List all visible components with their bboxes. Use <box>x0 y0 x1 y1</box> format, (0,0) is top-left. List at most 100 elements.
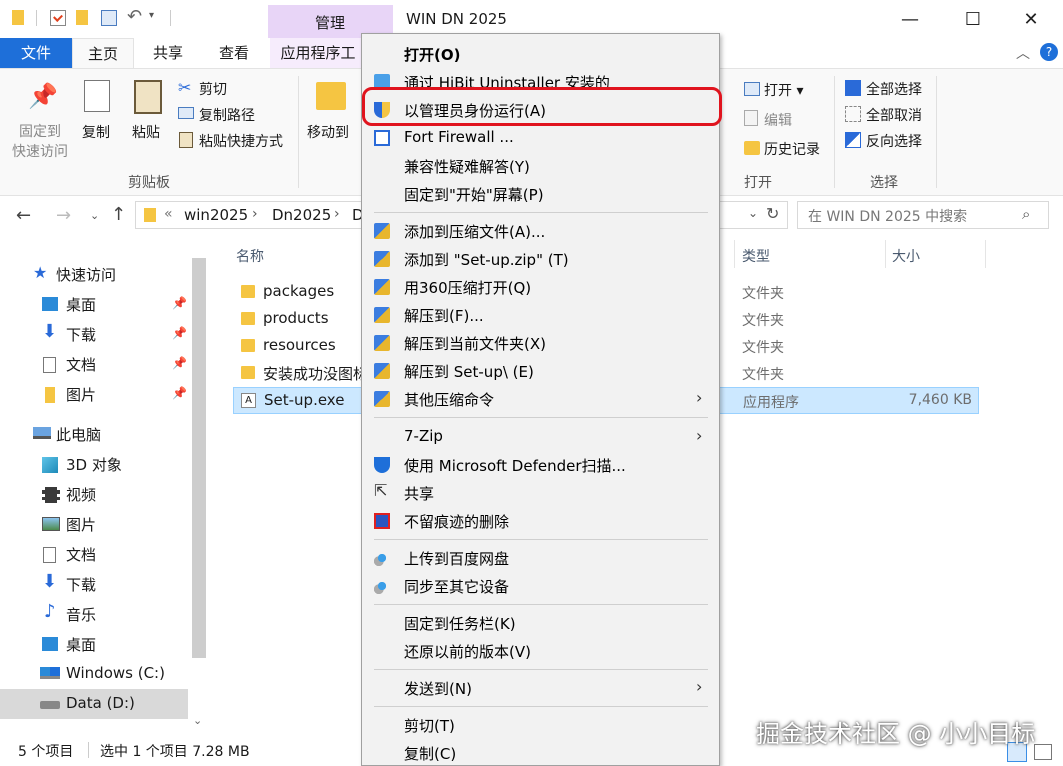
undo-icon[interactable]: ↶ <box>127 6 142 27</box>
menu-item-open[interactable]: 打开(O) <box>362 40 719 68</box>
paste-button[interactable]: 粘贴 <box>132 122 160 142</box>
quick-access-dropdown-icon[interactable]: ▾ <box>149 10 154 21</box>
recent-locations-icon[interactable]: ⌄ <box>90 209 99 222</box>
menu-item-sync-devices[interactable]: 同步至其它设备 <box>362 572 719 600</box>
menu-item-label: 同步至其它设备 <box>404 578 510 596</box>
address-bar-right[interactable]: ⌄ ↻ <box>720 201 788 229</box>
menu-item-add-archive[interactable]: 添加到压缩文件(A)... <box>362 217 719 245</box>
menu-item-extract-here[interactable]: 解压到当前文件夹(X) <box>362 329 719 357</box>
forward-arrow-icon[interactable]: → <box>56 205 71 226</box>
nav-documents[interactable]: 文档 <box>0 539 190 569</box>
nav-quick-desktop[interactable]: 桌面 📌 <box>0 289 190 319</box>
column-name[interactable]: 名称 <box>236 246 264 266</box>
open-button[interactable]: 打开 ▾ <box>764 80 803 100</box>
nav-quick-access[interactable]: ★ 快速访问 <box>0 259 190 289</box>
menu-item-copy[interactable]: 复制(C) <box>362 739 719 766</box>
properties-icon[interactable] <box>50 10 66 26</box>
menu-item-label: 其他压缩命令 <box>404 391 495 409</box>
invert-selection-button[interactable]: 反向选择 <box>866 131 922 151</box>
column-type[interactable]: 类型 <box>742 246 770 266</box>
cut-button[interactable]: 剪切 <box>199 79 227 99</box>
address-dropdown-icon[interactable]: ⌄ <box>748 206 758 220</box>
menu-item-baidu-upload[interactable]: 上传到百度网盘 <box>362 544 719 572</box>
menu-item-pin-start[interactable]: 固定到"开始"屏幕(P) <box>362 180 719 208</box>
menu-item-cut[interactable]: 剪切(T) <box>362 711 719 739</box>
menu-item-share[interactable]: ⇱ 共享 <box>362 479 719 507</box>
nav-this-pc[interactable]: 此电脑 <box>0 419 190 449</box>
menu-item-other-compress[interactable]: 其他压缩命令 › <box>362 385 719 413</box>
pin-quick-access-button[interactable]: 固定到 快速访问 <box>10 122 70 162</box>
tab-app-tools[interactable]: 应用程序工 <box>270 38 366 68</box>
nav-videos[interactable]: 视频 <box>0 479 190 509</box>
menu-item-7zip[interactable]: 7-Zip › <box>362 423 719 451</box>
nav-music[interactable]: ♪ 音乐 <box>0 599 190 629</box>
tab-share[interactable]: 共享 <box>140 38 196 68</box>
nav-pictures[interactable]: 图片 <box>0 509 190 539</box>
open-group-label: 打开 <box>744 175 772 191</box>
search-input[interactable]: 在 WIN DN 2025 中搜索 <box>808 206 967 226</box>
nav-scrollbar-thumb[interactable] <box>192 258 206 658</box>
edit-icon <box>744 110 758 126</box>
menu-item-shred[interactable]: 不留痕迹的删除 <box>362 507 719 535</box>
copy-icon <box>84 80 110 112</box>
nav-downloads[interactable]: ⬇ 下载 <box>0 569 190 599</box>
tab-home[interactable]: 主页 <box>72 38 134 68</box>
menu-item-add-zip[interactable]: 添加到 "Set-up.zip" (T) <box>362 245 719 273</box>
nav-scrollbar[interactable]: ⌄ <box>190 248 208 738</box>
menu-item-label: 兼容性疑难解答(Y) <box>404 158 530 176</box>
menu-item-restore-versions[interactable]: 还原以前的版本(V) <box>362 637 719 665</box>
menu-item-extract-folder[interactable]: 解压到 Set-up\ (E) <box>362 357 719 385</box>
breadcrumb-dn2025[interactable]: Dn2025 <box>272 206 331 224</box>
menu-item-extract-to[interactable]: 解压到(F)... <box>362 301 719 329</box>
select-all-button[interactable]: 全部选择 <box>866 79 922 99</box>
up-arrow-icon[interactable]: ↑ <box>111 204 126 225</box>
rename-icon[interactable] <box>101 10 117 26</box>
copy-button[interactable]: 复制 <box>82 122 110 142</box>
search-box[interactable]: 在 WIN DN 2025 中搜索 ⌕ <box>797 201 1049 229</box>
edit-button[interactable]: 编辑 <box>764 110 792 130</box>
collapse-ribbon-icon[interactable]: ︿ <box>1016 43 1030 63</box>
nav-this-pc-label: 此电脑 <box>56 426 102 444</box>
quick-access-divider <box>170 10 171 26</box>
paste-shortcut-button[interactable]: 粘贴快捷方式 <box>199 131 283 151</box>
breadcrumb-win2025[interactable]: win2025 <box>184 206 248 224</box>
back-arrow-icon[interactable]: ← <box>16 205 31 226</box>
close-button[interactable]: ✕ <box>1008 0 1054 38</box>
nav-3d-objects[interactable]: 3D 对象 <box>0 449 190 479</box>
breadcrumb-overflow[interactable]: « <box>164 206 173 222</box>
breadcrumb-separator[interactable]: › <box>252 206 258 222</box>
nav-quick-pictures[interactable]: 图片 📌 <box>0 379 190 409</box>
address-bar[interactable]: « win2025 › Dn2025 › D <box>135 201 364 229</box>
nav-quick-downloads[interactable]: ⬇ 下载 📌 <box>0 319 190 349</box>
help-icon[interactable]: ? <box>1040 43 1058 61</box>
move-to-button[interactable]: 移动到 <box>307 122 349 142</box>
nav-quick-documents[interactable]: 文档 📌 <box>0 349 190 379</box>
select-none-button[interactable]: 全部取消 <box>866 105 922 125</box>
tab-app-tools-label: 应用程序工 <box>280 44 356 62</box>
nav-desktop[interactable]: 桌面 <box>0 629 190 659</box>
minimize-button[interactable]: — <box>887 0 933 38</box>
nav-drive-d[interactable]: Data (D:) <box>0 689 188 719</box>
refresh-icon[interactable]: ↻ <box>766 204 779 223</box>
menu-item-label: 固定到"开始"屏幕(P) <box>404 186 544 204</box>
tab-view[interactable]: 查看 <box>206 38 262 68</box>
history-button[interactable]: 历史记录 <box>764 139 820 159</box>
nav-drive-c[interactable]: Windows (C:) <box>0 659 190 689</box>
large-icons-view-icon[interactable] <box>1034 744 1052 760</box>
menu-item-defender[interactable]: 使用 Microsoft Defender扫描... <box>362 451 719 479</box>
nav-item-label: Windows (C:) <box>66 664 165 682</box>
zip-icon <box>374 391 390 407</box>
menu-item-send-to[interactable]: 发送到(N) › <box>362 674 719 702</box>
menu-item-fort-firewall[interactable]: Fort Firewall ... <box>362 124 719 152</box>
copy-path-button[interactable]: 复制路径 <box>199 105 255 125</box>
menu-item-open-360[interactable]: 用360压缩打开(Q) <box>362 273 719 301</box>
menu-item-compat[interactable]: 兼容性疑难解答(Y) <box>362 152 719 180</box>
scroll-down-icon[interactable]: ⌄ <box>193 714 202 727</box>
tab-file[interactable]: 文件 <box>0 38 72 68</box>
folder-icon[interactable] <box>76 10 88 25</box>
maximize-button[interactable]: ☐ <box>950 0 996 38</box>
zip-icon <box>374 251 390 267</box>
column-size[interactable]: 大小 <box>892 246 920 266</box>
menu-item-pin-taskbar[interactable]: 固定到任务栏(K) <box>362 609 719 637</box>
breadcrumb-separator[interactable]: › <box>334 206 340 222</box>
